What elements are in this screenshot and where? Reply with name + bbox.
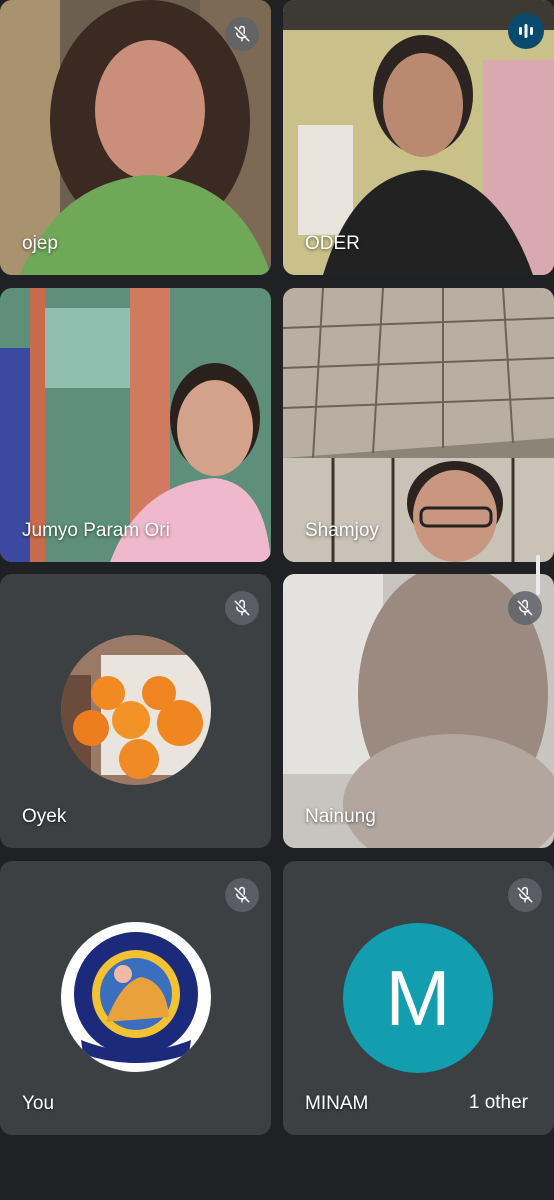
others-button[interactable]: 1 other: [452, 1083, 544, 1123]
participant-tile-nainung[interactable]: Nainung: [283, 574, 554, 848]
participant-name: Nainung: [305, 806, 376, 827]
mic-off-icon: [508, 591, 542, 625]
participant-name: Oyek: [22, 806, 67, 827]
participant-name: MINAM: [305, 1093, 369, 1114]
participant-name: ojep: [22, 233, 58, 254]
participant-name: You: [22, 1093, 55, 1114]
participant-tile-oyek[interactable]: Oyek: [0, 574, 271, 848]
participant-tile-oder[interactable]: ODER: [283, 0, 554, 275]
participant-name: ODER: [305, 233, 360, 254]
participant-name: Jumyo Param Ori: [22, 520, 170, 541]
organization-logo: [60, 922, 211, 1072]
participant-tile-you[interactable]: You: [0, 861, 271, 1135]
participant-name: Shamjoy: [305, 520, 379, 541]
mic-off-icon: [225, 17, 259, 51]
participant-tile-ojep[interactable]: ojep: [0, 0, 271, 275]
mic-off-icon: [225, 591, 259, 625]
audio-level-icon: [508, 13, 544, 49]
avatar: M: [343, 923, 493, 1073]
participant-tile-shamjoy[interactable]: Shamjoy: [283, 288, 554, 562]
participant-tile-minam[interactable]: M MINAM 1 other: [283, 861, 554, 1135]
participant-tile-jumyo-param-ori[interactable]: Jumyo Param Ori: [0, 288, 271, 562]
scrollbar[interactable]: [536, 555, 540, 595]
avatar: [60, 635, 211, 785]
mic-off-icon: [508, 878, 542, 912]
mic-off-icon: [225, 878, 259, 912]
